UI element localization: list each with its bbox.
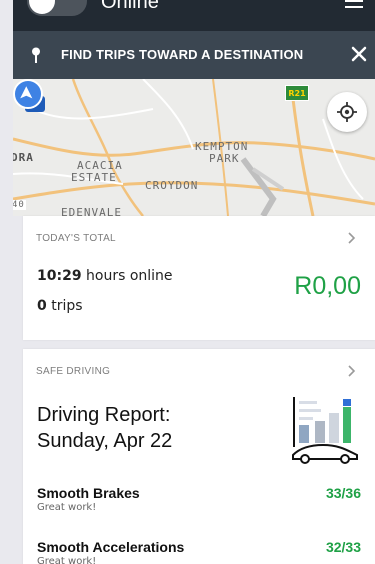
metric-name: Smooth Accelerations [37, 539, 185, 555]
close-icon[interactable] [349, 44, 369, 64]
driving-report-date: Sunday, Apr 22 [37, 430, 173, 452]
todays-total-title: TODAY'S TOTAL [36, 233, 116, 244]
trips-count: 0 trips [37, 298, 83, 314]
hours-value: 10:29 [37, 268, 82, 284]
driver-status: Online [101, 0, 159, 13]
map-label-park: PARK [209, 152, 240, 165]
hours-online: 10:29 hours online [37, 268, 173, 284]
metric-name: Smooth Brakes [37, 485, 140, 501]
chevron-right-icon [348, 365, 356, 377]
metric-row-smooth-accelerations: Smooth Accelerations Great work! 32/33 [37, 539, 361, 564]
metric-score: 32/33 [325, 539, 361, 555]
find-trips-bar[interactable]: FIND TRIPS TOWARD A DESTINATION [13, 31, 375, 79]
todays-total-card[interactable]: TODAY'S TOTAL 10:29 hours online 0 trips… [23, 216, 375, 340]
map-roads [13, 79, 375, 216]
safe-driving-card[interactable]: SAFE DRIVING Driving Report: Sunday, Apr… [23, 349, 375, 564]
online-toggle[interactable] [27, 0, 87, 16]
metric-score: 33/36 [325, 485, 361, 501]
pin-icon [32, 47, 40, 63]
metric-note: Great work! [37, 556, 97, 564]
metric-note: Great work! [37, 502, 97, 513]
safe-driving-title: SAFE DRIVING [36, 366, 111, 377]
map-label-40: 40 [13, 200, 26, 210]
menu-icon[interactable] [345, 0, 363, 10]
map-label-edenvale: EDENVALE [61, 206, 122, 216]
car-chart-icon [292, 397, 358, 464]
trips-suffix: trips [46, 298, 83, 314]
top-bar: Online [13, 0, 375, 31]
locate-button[interactable] [327, 92, 367, 132]
driving-report-line1: Driving Report: [37, 404, 171, 426]
crosshair-icon [337, 102, 357, 122]
map-label-croydon: CROYDON [145, 179, 199, 192]
hours-suffix: hours online [81, 268, 173, 284]
earnings-amount: R0,00 [294, 272, 361, 300]
find-trips-label: FIND TRIPS TOWARD A DESTINATION [61, 47, 304, 62]
map-label-estate: ESTATE [71, 171, 117, 184]
route-r21-badge: R21 [285, 85, 309, 101]
driving-report-title: Driving Report: Sunday, Apr 22 [37, 402, 172, 454]
toggle-knob [29, 0, 55, 14]
navigation-arrow-icon [13, 79, 43, 109]
trips-value: 0 [37, 298, 47, 314]
chevron-right-icon [348, 232, 356, 244]
map-label-dra: DRA [13, 151, 34, 164]
map-view[interactable]: 3 R21 KEMPTON PARK ACACIA ESTATE CROYDON… [13, 79, 375, 216]
metric-row-smooth-brakes: Smooth Brakes Great work! 33/36 [37, 485, 361, 513]
